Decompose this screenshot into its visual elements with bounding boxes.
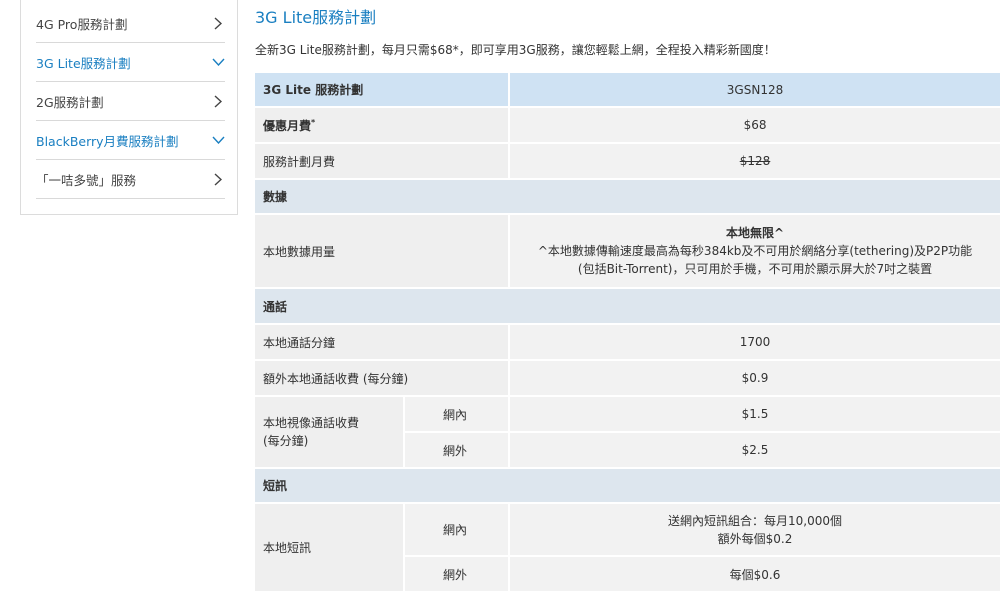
- video-call-label: 本地視像通話收費 (每分鐘): [255, 397, 403, 467]
- plan-table: 3G Lite 服務計劃 3GSN128 優惠月費* $68 服務計劃月費 $1…: [253, 71, 1002, 593]
- promo-fee-label: 優惠月費*: [255, 108, 509, 142]
- table-row: 短訊: [255, 469, 1001, 502]
- table-row: 通話: [255, 289, 1001, 323]
- promo-fee-value: $68: [510, 108, 1001, 142]
- plan-fee-value: $128: [510, 144, 1001, 178]
- local-data-label: 本地數據用量: [255, 215, 509, 287]
- section-data: 數據: [255, 180, 1001, 213]
- sms-out-value: 每個$0.6: [510, 557, 1001, 591]
- chevron-down-icon: [211, 55, 225, 69]
- section-sms: 短訊: [255, 469, 1001, 502]
- sidebar-item-label: BlackBerry月費服務計劃: [36, 133, 179, 149]
- video-out-value: $2.5: [510, 433, 1001, 467]
- sidebar-item-multi-number[interactable]: 「一咭多號」服務: [36, 160, 225, 199]
- chevron-right-icon: [211, 16, 225, 30]
- table-row: 3G Lite 服務計劃 3GSN128: [255, 73, 1001, 106]
- sidebar-item-label: 4G Pro服務計劃: [36, 16, 128, 32]
- sidebar-item-3g-lite[interactable]: 3G Lite服務計劃: [36, 43, 225, 82]
- plan-header-label: 3G Lite 服務計劃: [255, 73, 509, 106]
- page-subtitle: 全新3G Lite服務計劃，每月只需$68*，即可享用3G服務，讓您輕鬆上網，全…: [255, 43, 776, 57]
- page-title: 3G Lite服務計劃: [255, 8, 377, 27]
- chevron-right-icon: [211, 94, 225, 108]
- sidebar-item-label: 2G服務計劃: [36, 94, 104, 110]
- table-row: 額外本地通話收費 (每分鐘) $0.9: [255, 361, 1001, 395]
- sms-out-label: 網外: [405, 557, 509, 591]
- local-minutes-label: 本地通話分鐘: [255, 325, 509, 359]
- local-minutes-value: 1700: [510, 325, 1001, 359]
- sidebar-item-2g[interactable]: 2G服務計劃: [36, 82, 225, 121]
- sidebar-item-blackberry[interactable]: BlackBerry月費服務計劃: [36, 121, 225, 160]
- local-data-value: 本地無限^ ^本地數據傳輸速度最高為每秒384kb及不可用於網絡分享(tethe…: [510, 215, 1001, 287]
- extra-call-label: 額外本地通話收費 (每分鐘): [255, 361, 509, 395]
- sidebar-item-4g-pro[interactable]: 4G Pro服務計劃: [36, 4, 225, 43]
- table-row: 本地通話分鐘 1700: [255, 325, 1001, 359]
- section-call: 通話: [255, 289, 1001, 323]
- table-row: 本地數據用量 本地無限^ ^本地數據傳輸速度最高為每秒384kb及不可用於網絡分…: [255, 215, 1001, 287]
- plan-fee-label: 服務計劃月費: [255, 144, 509, 178]
- chevron-right-icon: [211, 172, 225, 186]
- chevron-down-icon: [211, 133, 225, 147]
- sidebar-nav: 4G Pro服務計劃 3G Lite服務計劃 2G服務計劃 BlackBerry…: [20, 0, 238, 215]
- extra-call-value: $0.9: [510, 361, 1001, 395]
- table-row: 本地短訊 網內 送網內短訊組合：每月10,000個 額外每個$0.2: [255, 504, 1001, 591]
- sidebar-item-label: 3G Lite服務計劃: [36, 55, 131, 71]
- table-row: 數據: [255, 180, 1001, 213]
- sidebar-item-label: 「一咭多號」服務: [36, 172, 137, 188]
- video-out-label: 網外: [405, 433, 509, 467]
- table-row: 服務計劃月費 $128: [255, 144, 1001, 178]
- table-row: 本地視像通話收費 (每分鐘) 網內 $1.5: [255, 397, 1001, 467]
- sms-in-label: 網內: [405, 504, 509, 555]
- video-in-value: $1.5: [510, 397, 1001, 431]
- table-row: 優惠月費* $68: [255, 108, 1001, 142]
- sms-in-value: 送網內短訊組合：每月10,000個 額外每個$0.2: [510, 504, 1001, 555]
- video-in-label: 網內: [405, 397, 509, 431]
- sms-label: 本地短訊: [255, 504, 403, 591]
- plan-header-value: 3GSN128: [510, 73, 1001, 106]
